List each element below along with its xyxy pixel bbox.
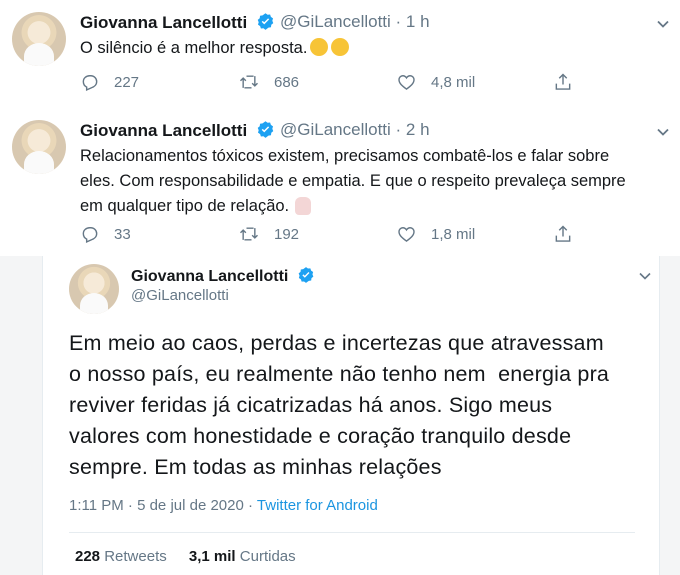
expanded-tweet-text: Em meio ao caos, perdas e incertezas que… [69,328,609,483]
author-name[interactable]: Giovanna Lancellotti [131,266,315,286]
author-name[interactable]: Giovanna Lancellotti [80,12,275,33]
author-name-text[interactable]: Giovanna Lancellotti [80,121,247,140]
verified-badge-icon [257,121,274,138]
likes-count: 3,1 mil [188,548,236,565]
tweet-text-line: valores com honestidade e coração tranqu… [69,424,572,448]
reply-count: 33 [114,225,131,243]
tweet-text-line: Em meio ao caos, perdas e incertezas que… [69,331,604,355]
retweet-count: 686 [274,73,300,91]
share-icon [555,225,571,242]
author-name-text[interactable]: Giovanna Lancellotti [131,268,288,285]
chevron-down-icon[interactable] [655,16,671,32]
retweet-icon [239,227,259,241]
author-handle[interactable]: @GiLancellotti · 2 h [280,120,430,140]
verified-badge-icon [257,13,274,30]
like-count: 1,8 mil [431,225,476,243]
tweet-timestamp: 1:11 PM · 5 de jul de 2020 · Twitter for… [69,497,378,514]
like-icon [398,75,415,90]
like-icon [398,227,415,242]
author-name[interactable]: Giovanna Lancellotti [80,120,275,141]
no-mouth-emoji [310,38,329,56]
avatar[interactable] [12,120,66,174]
reply-count: 227 [114,73,140,91]
avatar[interactable] [12,12,66,66]
folded-hands-emoji [295,197,312,215]
timestamp-text[interactable]: 1:11 PM · 5 de jul de 2020 · [69,497,257,514]
reply-button[interactable]: 227 [80,72,139,92]
likes-stat[interactable]: 3,1 mil Curtidas [189,548,296,565]
avatar[interactable] [69,264,119,314]
expanded-tweet-screenshot: Giovanna Lancellotti @GiLancellotti Em m… [0,256,680,575]
tweet-1[interactable]: Giovanna Lancellotti @GiLancellotti · 1 … [0,0,680,109]
share-icon [555,73,571,90]
like-button[interactable]: 4,8 mil [396,72,475,92]
tweet-text-line: sempre. Em todas as minhas relações [69,455,442,479]
reply-button[interactable]: 33 [80,224,131,244]
like-button[interactable]: 1,8 mil [396,224,475,244]
tweet-text-line: em qualquer tipo de relação. [80,197,290,215]
tweet-text-line: eles. Com responsabilidade e empatia. E … [80,172,626,190]
tweet-stats: 228 Retweets 3,1 mil Curtidas [75,548,296,565]
tweet-2[interactable]: Giovanna Lancellotti @GiLancellotti · 2 … [0,108,680,256]
likes-label: Curtidas [239,548,296,565]
retweets-label: Retweets [104,548,167,565]
tweet-text: O silêncio é a melhor resposta. [80,36,350,61]
reply-icon [82,75,98,92]
share-button[interactable] [553,224,587,244]
like-count: 4,8 mil [431,73,476,91]
author-name-text[interactable]: Giovanna Lancellotti [80,13,247,32]
tweet-text: Relacionamentos tóxicos existem, precisa… [80,144,626,219]
chevron-down-icon[interactable] [637,268,653,284]
winking-face-emoji [331,38,350,56]
tweet-text-line: reviver feridas já cicatrizadas há anos.… [69,393,553,417]
retweet-count: 192 [274,225,300,243]
retweet-button[interactable]: 686 [238,72,299,92]
retweets-stat[interactable]: 228 Retweets [75,548,167,565]
divider [69,532,635,533]
tweet-text-line: o nosso país, eu realmente não tenho nem… [69,362,610,386]
retweet-icon [239,75,259,89]
retweets-count: 228 [75,548,101,565]
chevron-down-icon[interactable] [655,124,671,140]
tweet-source-link[interactable]: Twitter for Android [257,497,378,514]
tweet-text-line: Relacionamentos tóxicos existem, precisa… [80,147,610,165]
tweet-text-content: O silêncio é a melhor resposta. [80,39,308,57]
author-handle[interactable]: @GiLancellotti · 1 h [280,12,430,32]
author-handle[interactable]: @GiLancellotti [131,287,229,304]
reply-icon [82,227,98,244]
expanded-tweet[interactable]: Giovanna Lancellotti @GiLancellotti Em m… [42,256,660,575]
verified-badge-icon [298,267,314,283]
retweet-button[interactable]: 192 [238,224,299,244]
share-button[interactable] [553,72,587,92]
